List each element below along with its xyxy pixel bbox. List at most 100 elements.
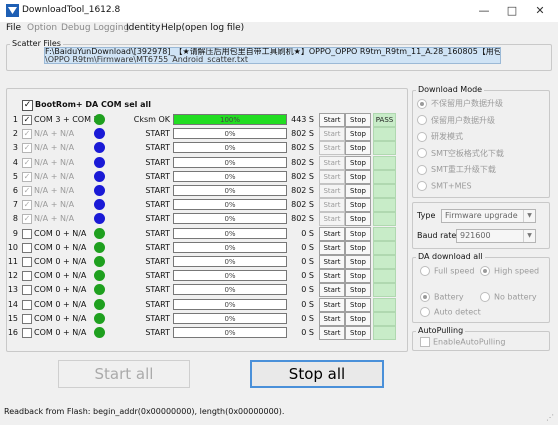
device-row: 11 COM 0 + N/A START 0% 0 S Start Stop xyxy=(0,255,400,269)
row-checkbox[interactable] xyxy=(22,229,32,239)
row-stop-button[interactable]: Stop xyxy=(345,283,371,297)
battery-radio[interactable]: Battery xyxy=(420,292,464,302)
row-start-button[interactable]: Start xyxy=(319,269,345,283)
row-checkbox[interactable]: ✓ xyxy=(22,115,32,125)
status-led-icon xyxy=(94,199,105,210)
row-result xyxy=(373,127,396,141)
select-all-checkbox[interactable]: ✓ xyxy=(22,100,33,111)
download-mode-radio[interactable]: 不保留用户数据升级 xyxy=(417,98,503,109)
row-start-button[interactable]: Start xyxy=(319,113,345,127)
row-start-button[interactable]: Start xyxy=(319,312,345,326)
download-mode-label: 不保留用户数据升级 xyxy=(431,99,503,108)
row-stop-button[interactable]: Stop xyxy=(345,255,371,269)
high-speed-radio[interactable]: High speed xyxy=(480,266,539,276)
row-start-button[interactable]: Start xyxy=(319,283,345,297)
row-start-button[interactable]: Start xyxy=(319,156,345,170)
row-checkbox[interactable]: ✓ xyxy=(22,172,32,182)
radio-indicator xyxy=(420,307,430,317)
start-all-button[interactable]: Start all xyxy=(58,360,190,388)
row-start-button[interactable]: Start xyxy=(319,227,345,241)
no-battery-radio[interactable]: No battery xyxy=(480,292,537,302)
progress-percent: 0% xyxy=(224,258,236,266)
download-mode-radio[interactable]: 保留用户数据升级 xyxy=(417,115,495,126)
stop-all-button[interactable]: Stop all xyxy=(250,360,384,388)
row-checkbox[interactable] xyxy=(22,271,32,281)
menu-help[interactable]: Help(open log file) xyxy=(161,23,244,33)
row-stop-button[interactable]: Stop xyxy=(345,198,371,212)
row-checkbox[interactable] xyxy=(22,257,32,267)
row-status: Cksm OK xyxy=(133,115,170,124)
row-start-button[interactable]: Start xyxy=(319,184,345,198)
row-checkbox[interactable] xyxy=(22,243,32,253)
row-stop-button[interactable]: Stop xyxy=(345,312,371,326)
row-start-button[interactable]: Start xyxy=(319,127,345,141)
row-index: 5 xyxy=(12,172,18,181)
row-checkbox[interactable] xyxy=(22,285,32,295)
row-checkbox[interactable] xyxy=(22,328,32,338)
full-speed-radio[interactable]: Full speed xyxy=(420,266,474,276)
download-mode-radio[interactable]: 研发模式 xyxy=(417,131,463,142)
download-mode-radio[interactable]: SMT空板格式化下载 xyxy=(417,148,504,159)
type-value: Firmware upgrade xyxy=(445,211,518,220)
baud-rate-select[interactable]: 921600 ▼ xyxy=(456,229,536,243)
row-start-button[interactable]: Start xyxy=(319,198,345,212)
row-stop-button[interactable]: Stop xyxy=(345,156,371,170)
close-button[interactable]: ✕ xyxy=(526,2,554,20)
row-checkbox[interactable] xyxy=(22,314,32,324)
status-led-icon xyxy=(94,228,105,239)
row-index: 7 xyxy=(12,200,18,209)
menu-identity[interactable]: Identity xyxy=(126,23,161,33)
maximize-button[interactable]: □ xyxy=(498,2,526,20)
row-checkbox[interactable]: ✓ xyxy=(22,129,32,139)
row-checkbox[interactable]: ✓ xyxy=(22,158,32,168)
row-checkbox[interactable]: ✓ xyxy=(22,186,32,196)
com-port: COM 0 + N/A xyxy=(34,243,87,252)
enable-autopulling-checkbox[interactable]: EnableAutoPulling xyxy=(420,337,505,347)
status-led-icon xyxy=(94,256,105,267)
menu-debug-logging[interactable]: Debug Logging xyxy=(61,23,129,33)
row-start-button[interactable]: Start xyxy=(319,141,345,155)
row-stop-button[interactable]: Stop xyxy=(345,241,371,255)
row-start-button[interactable]: Start xyxy=(319,241,345,255)
type-select[interactable]: Firmware upgrade ▼ xyxy=(441,209,536,223)
elapsed-seconds: 0 S xyxy=(301,328,314,337)
row-start-button[interactable]: Start xyxy=(319,170,345,184)
row-index: 8 xyxy=(12,214,18,223)
menu-file[interactable]: File xyxy=(6,23,21,33)
elapsed-seconds: 802 S xyxy=(291,158,314,167)
scatter-path-line2: \OPPO R9tm\Firmware\MT6755_Android_scatt… xyxy=(45,55,248,64)
row-start-button[interactable]: Start xyxy=(319,298,345,312)
row-stop-button[interactable]: Stop xyxy=(345,141,371,155)
download-mode-radio[interactable]: SMT重工升级下载 xyxy=(417,164,496,175)
device-row: 7 ✓ N/A + N/A START 0% 802 S Start Stop xyxy=(0,198,400,212)
resize-grip-icon[interactable]: ⋰ xyxy=(546,413,556,423)
row-stop-button[interactable]: Stop xyxy=(345,212,371,226)
row-stop-button[interactable]: Stop xyxy=(345,269,371,283)
com-port: COM 0 + N/A xyxy=(34,328,87,337)
row-start-button[interactable]: Start xyxy=(319,326,345,340)
row-stop-button[interactable]: Stop xyxy=(345,170,371,184)
device-row: 13 COM 0 + N/A START 0% 0 S Start Stop xyxy=(0,283,400,297)
menu-option[interactable]: Option xyxy=(27,23,57,33)
row-stop-button[interactable]: Stop xyxy=(345,298,371,312)
scatter-file-path[interactable]: F:\BaiduYunDownload\[392978]_【★请解压后用包里自带… xyxy=(44,47,501,64)
row-checkbox[interactable]: ✓ xyxy=(22,200,32,210)
row-index: 12 xyxy=(7,271,18,280)
row-checkbox[interactable]: ✓ xyxy=(22,214,32,224)
row-stop-button[interactable]: Stop xyxy=(345,227,371,241)
row-index: 1 xyxy=(12,115,18,124)
auto-detect-radio[interactable]: Auto detect xyxy=(420,307,481,317)
row-stop-button[interactable]: Stop xyxy=(345,127,371,141)
download-mode-label: SMT重工升级下载 xyxy=(431,165,496,174)
row-stop-button[interactable]: Stop xyxy=(345,113,371,127)
row-start-button[interactable]: Start xyxy=(319,212,345,226)
row-stop-button[interactable]: Stop xyxy=(345,184,371,198)
row-status: START xyxy=(145,229,170,238)
radio-indicator xyxy=(420,292,430,302)
download-mode-radio[interactable]: SMT+MES xyxy=(417,180,472,191)
row-start-button[interactable]: Start xyxy=(319,255,345,269)
row-stop-button[interactable]: Stop xyxy=(345,326,371,340)
minimize-button[interactable]: — xyxy=(470,2,498,20)
row-checkbox[interactable] xyxy=(22,300,32,310)
row-checkbox[interactable]: ✓ xyxy=(22,143,32,153)
